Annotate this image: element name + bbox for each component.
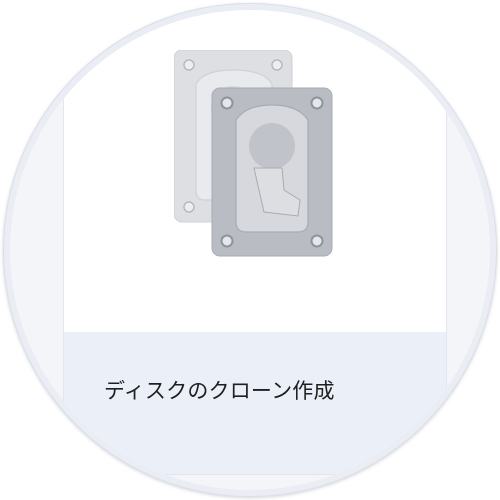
tile-footer: ディスクのクローン作成 (64, 332, 446, 474)
tile-circle: ディスクのクローン作成 (10, 10, 490, 490)
tile-label: ディスクのクローン作成 (104, 379, 335, 403)
disk-clone-icon (174, 50, 333, 257)
page: ディスクのクローン作成 (0, 0, 500, 500)
front-disk-icon (211, 87, 333, 257)
disk-clone-tile[interactable]: ディスクのクローン作成 (64, 10, 446, 474)
